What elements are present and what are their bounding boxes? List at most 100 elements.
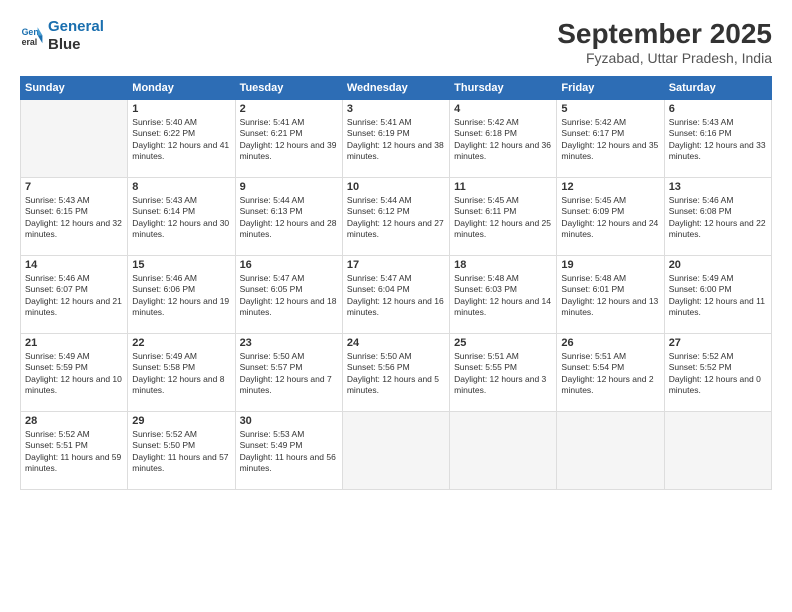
day-number: 11 — [454, 181, 552, 193]
day-info: Sunrise: 5:46 AMSunset: 6:08 PMDaylight:… — [669, 195, 767, 241]
calendar-cell — [21, 100, 128, 178]
title-block: September 2025 Fyzabad, Uttar Pradesh, I… — [557, 18, 772, 66]
day-info: Sunrise: 5:50 AMSunset: 5:57 PMDaylight:… — [240, 351, 338, 397]
day-number: 10 — [347, 181, 445, 193]
day-info: Sunrise: 5:50 AMSunset: 5:56 PMDaylight:… — [347, 351, 445, 397]
day-info: Sunrise: 5:49 AMSunset: 5:58 PMDaylight:… — [132, 351, 230, 397]
calendar-cell: 29 Sunrise: 5:52 AMSunset: 5:50 PMDayligh… — [128, 412, 235, 490]
day-info: Sunrise: 5:42 AMSunset: 6:17 PMDaylight:… — [561, 117, 659, 163]
day-info: Sunrise: 5:47 AMSunset: 6:04 PMDaylight:… — [347, 273, 445, 319]
day-number: 17 — [347, 259, 445, 271]
calendar-cell: 12 Sunrise: 5:45 AMSunset: 6:09 PMDayligh… — [557, 178, 664, 256]
weekday-header-tuesday: Tuesday — [235, 77, 342, 100]
day-number: 1 — [132, 103, 230, 115]
calendar-cell: 18Sunrise: 5:48 AMSunset: 6:03 PMDayligh… — [450, 256, 557, 334]
day-number: 2 — [240, 103, 338, 115]
day-info: Sunrise: 5:43 AMSunset: 6:16 PMDaylight:… — [669, 117, 767, 163]
weekday-header-saturday: Saturday — [664, 77, 771, 100]
day-number: 21 — [25, 337, 123, 349]
day-number: 24 — [347, 337, 445, 349]
day-info: Sunrise: 5:51 AMSunset: 5:54 PMDaylight:… — [561, 351, 659, 397]
logo-line1: General — [48, 18, 104, 35]
calendar-cell: 6 Sunrise: 5:43 AMSunset: 6:16 PMDaylight… — [664, 100, 771, 178]
day-info: Sunrise: 5:44 AMSunset: 6:12 PMDaylight:… — [347, 195, 445, 241]
day-number: 15 — [132, 259, 230, 271]
calendar-cell: 26 Sunrise: 5:51 AMSunset: 5:54 PMDayligh… — [557, 334, 664, 412]
day-info: Sunrise: 5:48 AMSunset: 6:01 PMDaylight:… — [561, 273, 659, 319]
day-number: 19 — [561, 259, 659, 271]
day-number: 29 — [132, 415, 230, 427]
day-info: Sunrise: 5:43 AMSunset: 6:14 PMDaylight:… — [132, 195, 230, 241]
day-info: Sunrise: 5:45 AMSunset: 6:09 PMDaylight:… — [561, 195, 659, 241]
calendar-cell: 25Sunrise: 5:51 AMSunset: 5:55 PMDayligh… — [450, 334, 557, 412]
calendar-cell — [664, 412, 771, 490]
month-title: September 2025 — [557, 18, 772, 50]
logo-text: General Blue — [48, 18, 104, 54]
calendar-cell: 17 Sunrise: 5:47 AMSunset: 6:04 PMDayligh… — [342, 256, 449, 334]
calendar-cell: 28Sunrise: 5:52 AMSunset: 5:51 PMDayligh… — [21, 412, 128, 490]
calendar-cell: 13 Sunrise: 5:46 AMSunset: 6:08 PMDayligh… — [664, 178, 771, 256]
page-header: Gen eral General Blue September 2025 Fyz… — [20, 18, 772, 66]
calendar-week-1: 1 Sunrise: 5:40 AMSunset: 6:22 PMDaylight… — [21, 100, 772, 178]
calendar-cell: 5 Sunrise: 5:42 AMSunset: 6:17 PMDaylight… — [557, 100, 664, 178]
calendar-cell: 16Sunrise: 5:47 AMSunset: 6:05 PMDayligh… — [235, 256, 342, 334]
location-subtitle: Fyzabad, Uttar Pradesh, India — [557, 50, 772, 66]
day-info: Sunrise: 5:52 AMSunset: 5:52 PMDaylight:… — [669, 351, 767, 397]
day-number: 12 — [561, 181, 659, 193]
weekday-header-wednesday: Wednesday — [342, 77, 449, 100]
calendar-week-4: 21 Sunrise: 5:49 AMSunset: 5:59 PMDayligh… — [21, 334, 772, 412]
day-number: 5 — [561, 103, 659, 115]
day-info: Sunrise: 5:44 AMSunset: 6:13 PMDaylight:… — [240, 195, 338, 241]
weekday-header-sunday: Sunday — [21, 77, 128, 100]
day-number: 13 — [669, 181, 767, 193]
calendar-cell: 23 Sunrise: 5:50 AMSunset: 5:57 PMDayligh… — [235, 334, 342, 412]
calendar-cell: 10 Sunrise: 5:44 AMSunset: 6:12 PMDayligh… — [342, 178, 449, 256]
calendar-week-3: 14Sunrise: 5:46 AMSunset: 6:07 PMDayligh… — [21, 256, 772, 334]
calendar-cell: 19 Sunrise: 5:48 AMSunset: 6:01 PMDayligh… — [557, 256, 664, 334]
day-info: Sunrise: 5:51 AMSunset: 5:55 PMDaylight:… — [454, 351, 552, 397]
day-number: 7 — [25, 181, 123, 193]
day-number: 18 — [454, 259, 552, 271]
calendar-cell: 21 Sunrise: 5:49 AMSunset: 5:59 PMDayligh… — [21, 334, 128, 412]
calendar-cell: 7 Sunrise: 5:43 AMSunset: 6:15 PMDaylight… — [21, 178, 128, 256]
day-info: Sunrise: 5:52 AMSunset: 5:50 PMDaylight:… — [132, 429, 230, 475]
day-info: Sunrise: 5:46 AMSunset: 6:06 PMDaylight:… — [132, 273, 230, 319]
svg-text:Gen: Gen — [22, 27, 39, 37]
calendar-week-2: 7 Sunrise: 5:43 AMSunset: 6:15 PMDaylight… — [21, 178, 772, 256]
weekday-header-monday: Monday — [128, 77, 235, 100]
day-info: Sunrise: 5:43 AMSunset: 6:15 PMDaylight:… — [25, 195, 123, 241]
day-info: Sunrise: 5:42 AMSunset: 6:18 PMDaylight:… — [454, 117, 552, 163]
day-number: 30 — [240, 415, 338, 427]
calendar-cell: 8 Sunrise: 5:43 AMSunset: 6:14 PMDaylight… — [128, 178, 235, 256]
day-number: 27 — [669, 337, 767, 349]
calendar-table: SundayMondayTuesdayWednesdayThursdayFrid… — [20, 76, 772, 490]
day-number: 16 — [240, 259, 338, 271]
calendar-cell: 3 Sunrise: 5:41 AMSunset: 6:19 PMDaylight… — [342, 100, 449, 178]
calendar-header: SundayMondayTuesdayWednesdayThursdayFrid… — [21, 77, 772, 100]
logo: Gen eral General Blue — [20, 18, 104, 54]
calendar-cell: 11 Sunrise: 5:45 AMSunset: 6:11 PMDayligh… — [450, 178, 557, 256]
calendar-cell: 20Sunrise: 5:49 AMSunset: 6:00 PMDayligh… — [664, 256, 771, 334]
day-number: 8 — [132, 181, 230, 193]
calendar-cell: 24 Sunrise: 5:50 AMSunset: 5:56 PMDayligh… — [342, 334, 449, 412]
calendar-cell: 30Sunrise: 5:53 AMSunset: 5:49 PMDayligh… — [235, 412, 342, 490]
day-number: 3 — [347, 103, 445, 115]
calendar-cell: 27 Sunrise: 5:52 AMSunset: 5:52 PMDayligh… — [664, 334, 771, 412]
weekday-header-friday: Friday — [557, 77, 664, 100]
day-number: 23 — [240, 337, 338, 349]
day-info: Sunrise: 5:41 AMSunset: 6:19 PMDaylight:… — [347, 117, 445, 163]
calendar-cell: 22 Sunrise: 5:49 AMSunset: 5:58 PMDayligh… — [128, 334, 235, 412]
day-number: 26 — [561, 337, 659, 349]
day-info: Sunrise: 5:49 AMSunset: 5:59 PMDaylight:… — [25, 351, 123, 397]
weekday-header-thursday: Thursday — [450, 77, 557, 100]
day-number: 6 — [669, 103, 767, 115]
day-number: 4 — [454, 103, 552, 115]
logo-line2: Blue — [48, 36, 81, 53]
day-number: 9 — [240, 181, 338, 193]
logo-icon: Gen eral — [20, 24, 44, 48]
day-info: Sunrise: 5:40 AMSunset: 6:22 PMDaylight:… — [132, 117, 230, 163]
day-info: Sunrise: 5:41 AMSunset: 6:21 PMDaylight:… — [240, 117, 338, 163]
calendar-week-5: 28Sunrise: 5:52 AMSunset: 5:51 PMDayligh… — [21, 412, 772, 490]
day-number: 22 — [132, 337, 230, 349]
day-info: Sunrise: 5:45 AMSunset: 6:11 PMDaylight:… — [454, 195, 552, 241]
